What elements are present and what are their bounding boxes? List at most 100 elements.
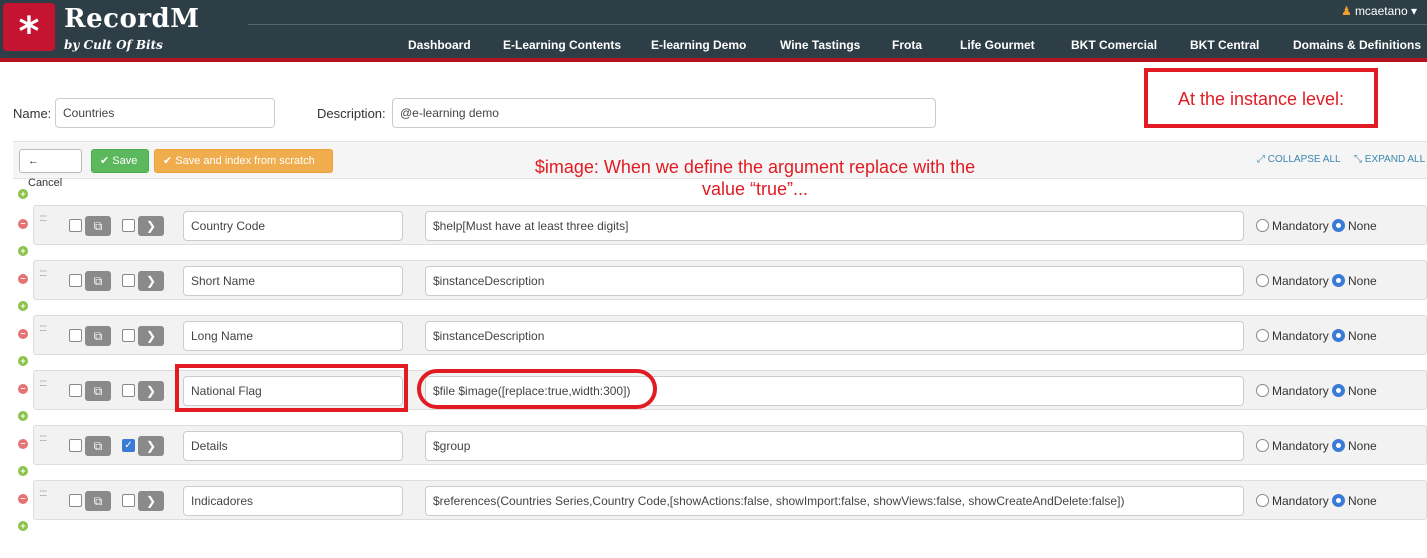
add-field-icon[interactable]: + (18, 189, 28, 199)
nav-bkt-comercial[interactable]: BKT Comercial (1071, 38, 1157, 52)
none-radio[interactable] (1332, 219, 1345, 232)
group-checkbox[interactable] (122, 219, 135, 232)
remove-field-icon[interactable]: – (18, 329, 28, 339)
expand-button[interactable]: ❯ (138, 271, 164, 291)
group-checkbox[interactable] (122, 384, 135, 397)
field-row: :: :: :: ⧉ ❯ Country Code $help[Must hav… (33, 205, 1427, 245)
select-checkbox[interactable] (69, 329, 82, 342)
mandatory-radio[interactable] (1256, 329, 1269, 342)
copy-button[interactable]: ⧉ (85, 271, 111, 291)
field-name-input[interactable]: Indicadores (183, 486, 403, 516)
field-name-input[interactable]: Long Name (183, 321, 403, 351)
expand-all-link[interactable]: ⤡ EXPAND ALL (1354, 154, 1427, 165)
field-name-input[interactable]: Country Code (183, 211, 403, 241)
drag-handle-icon[interactable]: :: :: :: (39, 489, 49, 499)
expand-button[interactable]: ❯ (138, 216, 164, 236)
add-field-icon[interactable]: + (18, 466, 28, 476)
logo[interactable]: * (3, 3, 55, 52)
collapse-icon: ⤢ (1257, 154, 1268, 165)
select-checkbox[interactable] (69, 274, 82, 287)
add-field-icon[interactable]: + (18, 246, 28, 256)
expand-button[interactable]: ❯ (138, 326, 164, 346)
check-icon: ✔ (163, 155, 176, 167)
select-checkbox[interactable] (69, 384, 82, 397)
add-field-icon[interactable]: + (18, 301, 28, 311)
name-input[interactable]: Countries (55, 98, 275, 128)
select-checkbox[interactable] (69, 439, 82, 452)
nav-bkt-central[interactable]: BKT Central (1190, 38, 1259, 52)
none-radio[interactable] (1332, 329, 1345, 342)
user-name: mcaetano (1354, 4, 1408, 18)
group-checkbox[interactable]: ✓ (122, 439, 135, 452)
nav-life-gourmet[interactable]: Life Gourmet (960, 38, 1035, 52)
none-label: None (1348, 274, 1377, 288)
field-description-input[interactable]: $references(Countries Series,Country Cod… (425, 486, 1244, 516)
select-checkbox[interactable] (69, 494, 82, 507)
user-menu[interactable]: ♟ mcaetano ▾ (1341, 4, 1417, 18)
remove-field-icon[interactable]: – (18, 219, 28, 229)
nav-domains-definitions[interactable]: Domains & Definitions (1293, 38, 1421, 52)
drag-handle-icon[interactable]: :: :: :: (39, 379, 49, 389)
header-divider (248, 24, 1427, 25)
save-button[interactable]: ✔ Save (91, 149, 149, 173)
copy-button[interactable]: ⧉ (85, 436, 111, 456)
top-bar: * RecordM by Cult Of Bits ♟ mcaetano ▾ Da… (0, 0, 1427, 58)
none-radio[interactable] (1332, 274, 1345, 287)
group-checkbox[interactable] (122, 494, 135, 507)
description-input[interactable]: @e-learning demo (392, 98, 936, 128)
mandatory-radio[interactable] (1256, 274, 1269, 287)
field-description-input[interactable]: $instanceDescription (425, 321, 1244, 351)
drag-handle-icon[interactable]: :: :: :: (39, 324, 49, 334)
field-description-input[interactable]: $instanceDescription (425, 266, 1244, 296)
copy-icon: ⧉ (93, 219, 103, 233)
copy-button[interactable]: ⧉ (85, 381, 111, 401)
nav-wine-tastings[interactable]: Wine Tastings (780, 38, 860, 52)
mandatory-radio[interactable] (1256, 494, 1269, 507)
header-accent-bar (0, 58, 1427, 62)
brand-name: RecordM (64, 4, 200, 34)
mandatory-radio[interactable] (1256, 384, 1269, 397)
remove-field-icon[interactable]: – (18, 384, 28, 394)
remove-field-icon[interactable]: – (18, 439, 28, 449)
field-description-input[interactable]: $help[Must have at least three digits] (425, 211, 1244, 241)
expand-button[interactable]: ❯ (138, 491, 164, 511)
add-field-icon[interactable]: + (18, 521, 28, 531)
none-label: None (1348, 329, 1377, 343)
name-label: Name: (13, 106, 52, 121)
chevron-right-icon: ❯ (145, 329, 157, 343)
select-checkbox[interactable] (69, 219, 82, 232)
mandatory-radio[interactable] (1256, 219, 1269, 232)
none-radio[interactable] (1332, 384, 1345, 397)
collapse-all-link[interactable]: ⤢ COLLAPSE ALL (1257, 154, 1341, 165)
group-checkbox[interactable] (122, 329, 135, 342)
expand-button[interactable]: ❯ (138, 381, 164, 401)
group-checkbox[interactable] (122, 274, 135, 287)
nav-e-learning-demo[interactable]: E-learning Demo (651, 38, 746, 52)
save-and-index-button[interactable]: ✔ Save and index from scratch (154, 149, 333, 173)
nav-frota[interactable]: Frota (892, 38, 922, 52)
copy-button[interactable]: ⧉ (85, 216, 111, 236)
mandatory-radio[interactable] (1256, 439, 1269, 452)
copy-button[interactable]: ⧉ (85, 491, 111, 511)
cancel-button[interactable]: ← Cancel (19, 149, 82, 189)
remove-field-icon[interactable]: – (18, 494, 28, 504)
field-description-input[interactable]: $group (425, 431, 1244, 461)
copy-button[interactable]: ⧉ (85, 326, 111, 346)
nav-dashboard[interactable]: Dashboard (408, 38, 471, 52)
expand-button[interactable]: ❯ (138, 436, 164, 456)
drag-handle-icon[interactable]: :: :: :: (39, 434, 49, 444)
none-label: None (1348, 384, 1377, 398)
remove-field-icon[interactable]: – (18, 274, 28, 284)
none-radio[interactable] (1332, 439, 1345, 452)
add-field-icon[interactable]: + (18, 356, 28, 366)
field-name-input[interactable]: Short Name (183, 266, 403, 296)
drag-handle-icon[interactable]: :: :: :: (39, 269, 49, 279)
annotation-oval-image-arg (417, 369, 657, 409)
add-field-icon[interactable]: + (18, 411, 28, 421)
annotation-instance-level: At the instance level: (1177, 89, 1345, 109)
nav-e-learning-contents[interactable]: E-Learning Contents (503, 38, 621, 52)
user-icon: ♟ (1341, 4, 1352, 18)
none-radio[interactable] (1332, 494, 1345, 507)
drag-handle-icon[interactable]: :: :: :: (39, 214, 49, 224)
field-name-input[interactable]: Details (183, 431, 403, 461)
